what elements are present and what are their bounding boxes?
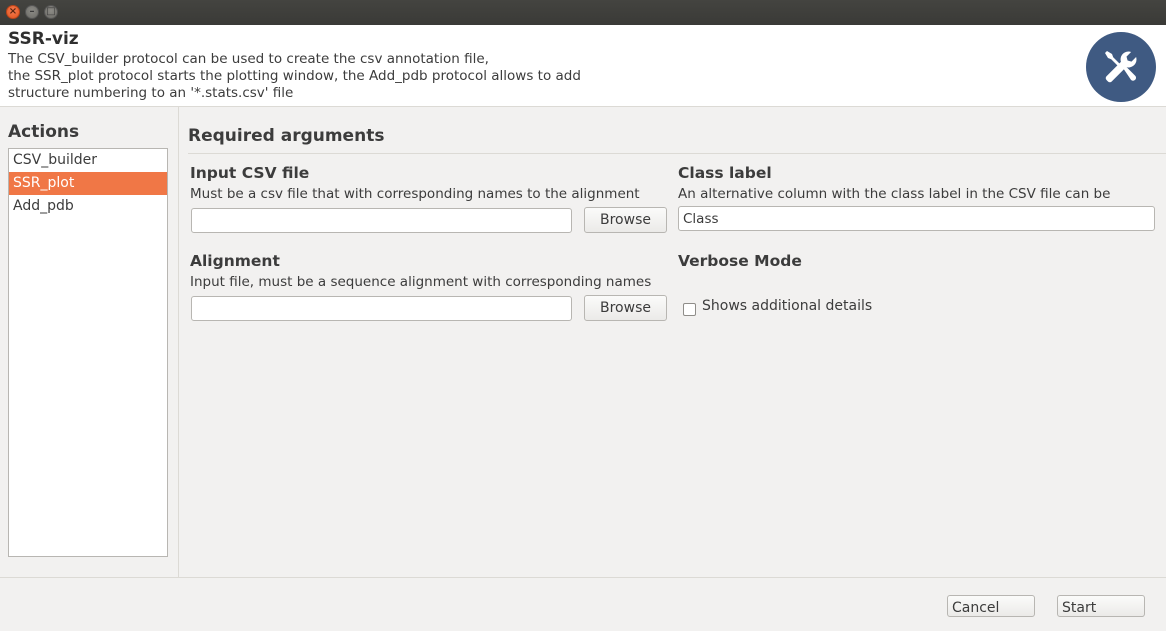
tools-icon	[1105, 51, 1137, 83]
verbose-mode-label: Verbose Mode	[678, 252, 802, 270]
dialog-footer: Cancel Start	[0, 577, 1166, 631]
input-csv-field[interactable]	[191, 208, 572, 233]
section-divider	[188, 153, 1166, 154]
actions-item-add-pdb[interactable]: Add_pdb	[9, 195, 167, 218]
close-icon: ×	[8, 6, 18, 17]
alignment-browse-button[interactable]: Browse	[584, 295, 667, 321]
app-logo	[1086, 32, 1156, 102]
arguments-panel: Required arguments Input CSV file Must b…	[179, 107, 1166, 577]
window-close-button[interactable]: ×	[6, 5, 20, 19]
actions-item-ssr-plot[interactable]: SSR_plot	[9, 172, 167, 195]
actions-item-csv-builder[interactable]: CSV_builder	[9, 149, 167, 172]
actions-list: CSV_builder SSR_plot Add_pdb	[8, 148, 168, 557]
class-label-help: An alternative column with the class lab…	[678, 186, 1111, 202]
actions-title: Actions	[8, 122, 80, 142]
verbose-checkbox[interactable]	[683, 303, 696, 316]
verbose-checkbox-label[interactable]: Shows additional details	[702, 298, 872, 314]
start-button[interactable]: Start	[1057, 595, 1145, 617]
class-label-field[interactable]	[678, 206, 1155, 231]
window-minimize-button[interactable]: –	[25, 5, 39, 19]
minimize-icon: –	[29, 6, 35, 17]
app-description: The CSV_builder protocol can be used to …	[8, 51, 581, 101]
alignment-field[interactable]	[191, 296, 572, 321]
input-csv-browse-button[interactable]: Browse	[584, 207, 667, 233]
input-csv-help: Must be a csv file that with correspondi…	[190, 186, 640, 202]
class-label-label: Class label	[678, 164, 772, 182]
app-title: SSR-viz	[8, 29, 79, 49]
actions-panel: Actions CSV_builder SSR_plot Add_pdb	[0, 107, 179, 577]
cancel-button[interactable]: Cancel	[947, 595, 1035, 617]
section-title: Required arguments	[188, 126, 385, 146]
input-csv-label: Input CSV file	[190, 164, 310, 182]
maximize-icon: □	[46, 6, 56, 17]
window-titlebar: × – □	[0, 0, 1166, 25]
alignment-label: Alignment	[190, 252, 280, 270]
alignment-help: Input file, must be a sequence alignment…	[190, 274, 652, 290]
app-header: SSR-viz The CSV_builder protocol can be …	[0, 25, 1166, 107]
window-maximize-button[interactable]: □	[44, 5, 58, 19]
